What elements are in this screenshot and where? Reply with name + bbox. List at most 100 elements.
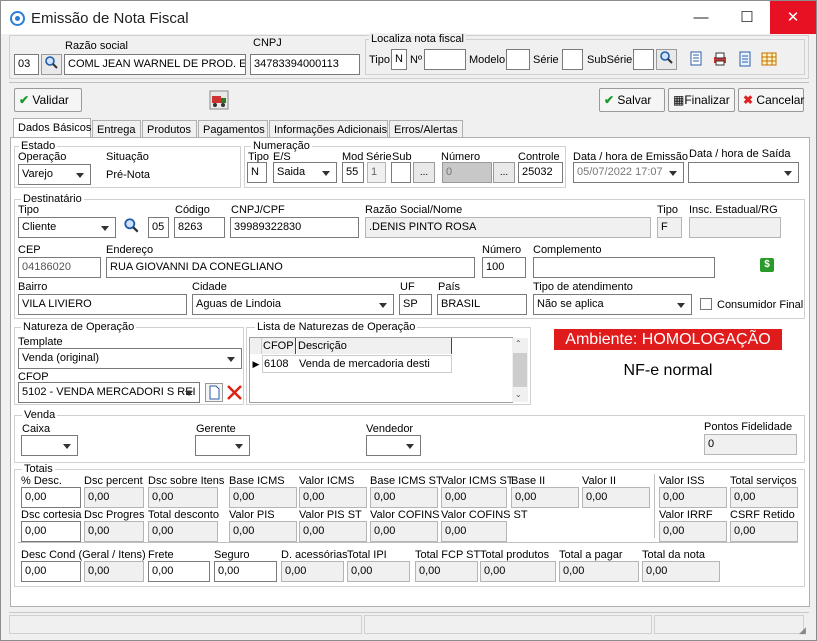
operacao-select[interactable]: Varejo: [18, 164, 91, 185]
saida-field[interactable]: [688, 162, 799, 183]
totais-label: Total desconto: [148, 509, 219, 521]
consumidor-final-checkbox[interactable]: [700, 298, 712, 310]
codigo-field[interactable]: 8263: [174, 217, 225, 238]
col-cfop-header[interactable]: CFOP: [262, 338, 296, 354]
totais-field: 0,00: [84, 487, 144, 508]
totais-field[interactable]: 0,00: [21, 487, 81, 508]
tab-erros-alertas[interactable]: Erros/Alertas: [389, 120, 463, 138]
totais-field: 0,00: [148, 521, 218, 542]
consumidor-final-label: Consumidor Final: [717, 299, 804, 311]
cnpj-label: CNPJ: [253, 37, 282, 49]
numero-ellipsis-button[interactable]: ...: [493, 162, 515, 183]
tab-entrega[interactable]: Entrega: [92, 120, 141, 138]
caixa-select[interactable]: [21, 435, 78, 456]
gerente-select[interactable]: [195, 435, 250, 456]
truck-icon[interactable]: [209, 90, 229, 110]
dollar-icon[interactable]: $: [760, 258, 774, 272]
sub-ellipsis-button[interactable]: ...: [413, 162, 435, 183]
col-descricao-header[interactable]: Descrição: [297, 338, 452, 354]
printer-icon[interactable]: [712, 51, 728, 67]
company-code-field[interactable]: 03: [14, 54, 39, 75]
cnpj-field[interactable]: 34783394000113: [250, 54, 360, 75]
localiza-search-button[interactable]: [656, 49, 677, 70]
scroll-up-icon[interactable]: ⌃: [515, 339, 522, 348]
validar-label: Validar: [32, 93, 69, 107]
tab-produtos[interactable]: Produtos: [142, 120, 197, 138]
codigo-label: Código: [175, 204, 210, 216]
loc-modelo-label: Modelo: [469, 54, 506, 66]
loc-modelo-field[interactable]: [506, 49, 530, 70]
loc-numero-field[interactable]: [424, 49, 466, 70]
dest-cnpj-field[interactable]: 39989322830: [230, 217, 359, 238]
tab-informacoes-adicionais[interactable]: Informações Adicionais: [269, 120, 388, 138]
cancelar-button[interactable]: ✖ Cancelar: [738, 88, 804, 112]
dest-numero-field[interactable]: 100: [482, 257, 526, 278]
totais-label: Valor IRRF: [659, 509, 713, 521]
scroll-thumb[interactable]: [513, 353, 527, 387]
cidade-label: Cidade: [192, 281, 227, 293]
dest-numero-label: Número: [482, 244, 522, 256]
scroll-down-icon[interactable]: ⌄: [515, 390, 522, 399]
resize-grip-icon[interactable]: ◢: [799, 625, 806, 636]
delete-icon[interactable]: [225, 383, 244, 402]
cep-label: CEP: [18, 244, 41, 256]
mod-field[interactable]: 55: [342, 162, 364, 183]
uf-field[interactable]: SP: [399, 294, 432, 315]
new-document-icon[interactable]: [205, 383, 223, 402]
dest-tipo-select[interactable]: Cliente: [18, 217, 116, 238]
cidade-select[interactable]: Aguas de Lindoia: [192, 294, 394, 315]
pais-field[interactable]: BRASIL: [437, 294, 527, 315]
salvar-button[interactable]: ✔ Salvar: [599, 88, 665, 112]
finalizar-label: Finalizar: [684, 93, 730, 107]
razao-social-field[interactable]: COML JEAN WARNEL DE PROD. ESP.: [64, 54, 246, 75]
totais-field: 0,00: [299, 487, 367, 508]
endereco-label: Endereço: [106, 244, 154, 256]
vendedor-label: Vendedor: [366, 423, 414, 435]
codigo-prefix-field[interactable]: 05: [148, 217, 169, 238]
ie-field: [689, 217, 781, 238]
complemento-field[interactable]: [533, 257, 715, 278]
totais-label: Total FCP ST: [415, 549, 481, 561]
tab-pagamentos[interactable]: Pagamentos: [198, 120, 268, 138]
sub-field[interactable]: [391, 162, 411, 183]
endereco-field[interactable]: RUA GIOVANNI DA CONEGLIANO: [106, 257, 475, 278]
document-icon[interactable]: [737, 51, 753, 67]
minimize-button[interactable]: —: [678, 1, 724, 34]
totais-field[interactable]: 0,00: [21, 561, 81, 582]
close-button[interactable]: ✕: [770, 1, 816, 34]
totais-field[interactable]: 0,00: [148, 561, 210, 582]
loc-subserie-field[interactable]: [633, 49, 654, 70]
totais-label: Valor ICMS: [299, 475, 355, 487]
totais-field: 0,00: [415, 561, 478, 582]
loc-serie-field[interactable]: [562, 49, 583, 70]
tab-dados-basicos[interactable]: Dados Básicos: [13, 118, 91, 139]
ambiente-badge: Ambiente: HOMOLOGAÇÃO: [554, 329, 782, 350]
loc-numero-label: Nº: [410, 54, 422, 66]
status-panel-3: [654, 615, 804, 634]
table-icon[interactable]: [761, 51, 777, 67]
template-select[interactable]: Venda (original): [18, 348, 242, 369]
totais-field[interactable]: 0,00: [214, 561, 277, 582]
serie-field: 1: [367, 162, 386, 183]
totais-field: 0,00: [480, 561, 556, 582]
totais-field[interactable]: 0,00: [21, 521, 81, 542]
es-select[interactable]: Saida: [273, 162, 337, 183]
controle-field[interactable]: 25032: [518, 162, 563, 183]
vendedor-select[interactable]: [366, 435, 421, 456]
totais-field: 0,00: [229, 487, 297, 508]
loc-tipo-field[interactable]: N: [391, 49, 407, 70]
loc-serie-label: Série: [533, 54, 559, 66]
search-company-button[interactable]: [41, 54, 62, 75]
validar-button[interactable]: ✔ Validar: [14, 88, 82, 112]
num-tipo-field[interactable]: N: [247, 162, 267, 183]
cfop-select[interactable]: 5102 - VENDA MERCADORI S REI: [18, 382, 200, 403]
dest-search-button[interactable]: [121, 217, 142, 238]
window: Emissão de Nota Fiscal — ☐ ✕ Razão socia…: [0, 0, 817, 641]
notes-icon[interactable]: [689, 51, 705, 67]
cep-field[interactable]: 04186020: [18, 257, 101, 278]
bairro-field[interactable]: VILA LIVIERO: [18, 294, 187, 315]
finalizar-button[interactable]: ▦Finalizar: [668, 88, 735, 112]
maximize-button[interactable]: ☐: [724, 1, 770, 34]
totais-label: Dsc cortesia: [21, 509, 82, 521]
atendimento-select[interactable]: Não se aplica: [533, 294, 692, 315]
